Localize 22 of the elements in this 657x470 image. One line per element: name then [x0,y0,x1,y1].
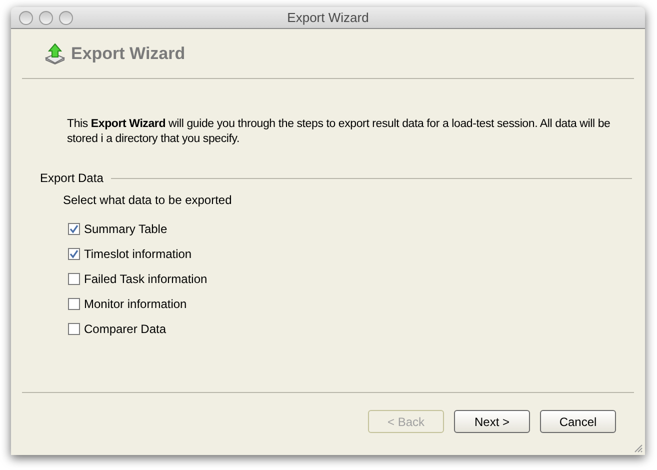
checkbox[interactable] [68,273,80,285]
checkbox[interactable] [68,248,80,260]
checkbox-label: Comparer Data [84,321,166,338]
checkbox-label: Summary Table [84,221,168,238]
wizard-heading: Export Wizard [71,42,186,65]
window-control-button[interactable] [19,10,33,24]
checkbox-label: Monitor information [84,296,187,313]
checkbox[interactable] [68,223,80,235]
wizard-button[interactable]: Next > [454,410,530,433]
intro-text: This Export Wizard will guide you through the steps to export result data for a load-test session. All data will be stored i a directory that you specify. [67,117,612,147]
resize-grip-icon[interactable] [633,443,643,453]
instruction-text: Select what data to be exported [63,192,232,209]
window-control-button[interactable] [59,10,73,24]
wizard-button[interactable]: Cancel [540,410,616,433]
export-icon [45,42,65,64]
checkbox-label: Failed Task information [84,271,208,288]
checkbox[interactable] [68,323,80,335]
checkbox[interactable] [68,298,80,310]
checkbox-label: Timeslot information [84,246,192,263]
window-title: Export Wizard [286,8,370,27]
section-title: Export Data [40,170,104,187]
window-control-button[interactable] [39,10,53,24]
